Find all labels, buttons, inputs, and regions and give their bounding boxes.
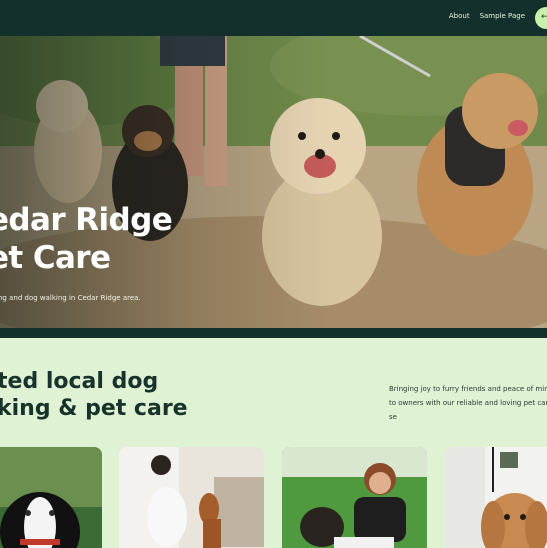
- hero-bottom-band: [0, 328, 547, 338]
- hero-section: edar Ridge et Care ng and dog walking in…: [0, 36, 547, 328]
- woman-dachshund-photo: [119, 447, 264, 548]
- site-header: About Sample Page ←: [0, 0, 547, 36]
- cocker-spaniel-photo: [445, 447, 547, 548]
- nav-sample-page-link[interactable]: Sample Page: [480, 12, 525, 20]
- card-border-collie[interactable]: [0, 447, 102, 548]
- main-nav: About Sample Page: [449, 12, 525, 20]
- card-girl-dog-lawn[interactable]: [282, 447, 427, 548]
- border-collie-photo: [0, 447, 102, 548]
- girl-dog-lawn-photo: [282, 447, 427, 548]
- cta-arrow-icon: ←: [541, 12, 547, 22]
- hero-subtitle: ng and dog walking in Cedar Ridge area.: [0, 294, 141, 302]
- card-woman-dachshund[interactable]: [119, 447, 264, 548]
- card-cocker-spaniel[interactable]: [445, 447, 547, 548]
- intro-text: Bringing joy to furry friends and peace …: [389, 385, 547, 421]
- hero-overlay: [0, 36, 547, 328]
- header-cta-button[interactable]: ←: [535, 7, 547, 29]
- nav-about-link[interactable]: About: [449, 12, 470, 20]
- hero-title: edar Ridge et Care: [0, 202, 173, 276]
- intro-heading: ted local dog king & pet care: [0, 369, 188, 421]
